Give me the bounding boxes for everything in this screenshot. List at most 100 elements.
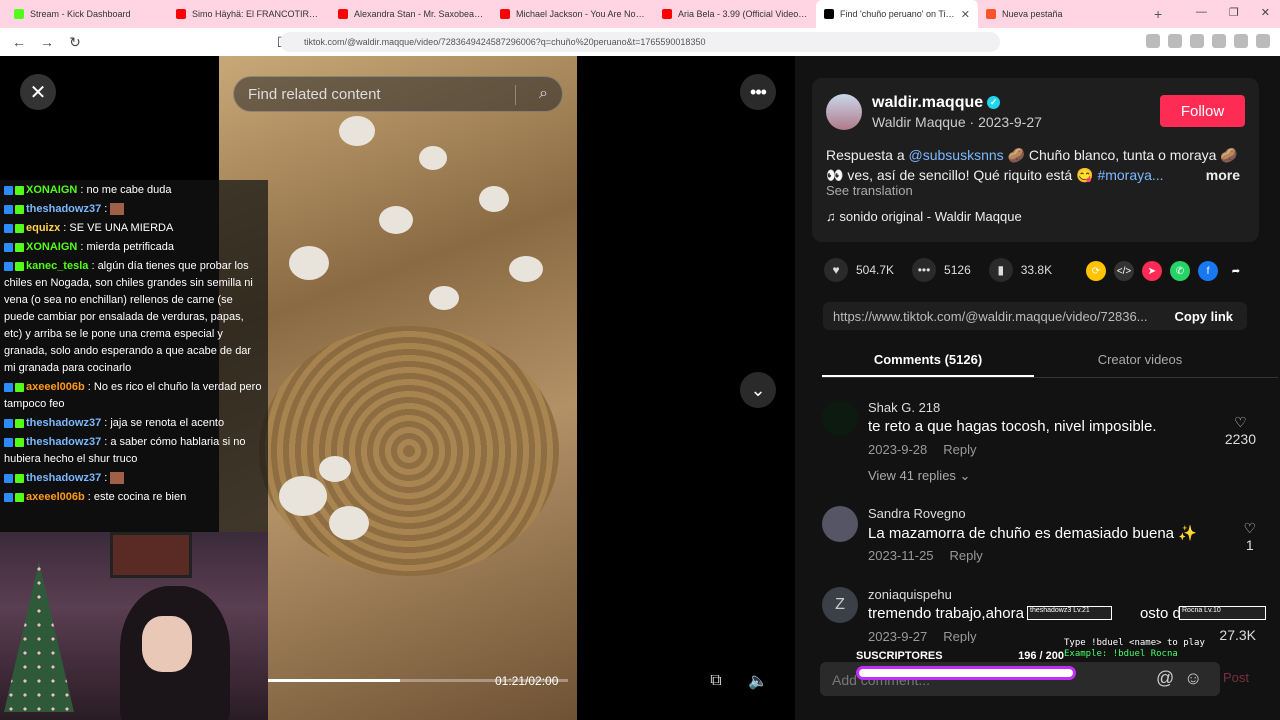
- author-handle[interactable]: waldir.maqque ✓: [872, 94, 1001, 112]
- browser-tab[interactable]: Simo Häyhä: El FRANCOTIRADOR m: [168, 0, 330, 28]
- more-options-button[interactable]: •••: [740, 74, 776, 110]
- chat-username[interactable]: theshadowz37: [26, 203, 101, 215]
- commenter-avatar[interactable]: Z: [822, 587, 858, 623]
- chat-message: theshadowz37 : a saber cómo hablaria si …: [4, 436, 246, 465]
- browser-tab[interactable]: Michael Jackson - You Are Not Alone: [492, 0, 654, 28]
- rock: [429, 286, 459, 310]
- mention-link[interactable]: @subsusksnns: [909, 147, 1004, 163]
- see-translation-link[interactable]: See translation: [826, 183, 913, 198]
- extension-icons: [1146, 34, 1270, 48]
- browser-tab[interactable]: Stream - Kick Dashboard: [6, 0, 168, 28]
- chat-message: theshadowz37 :: [4, 470, 264, 487]
- forward-icon[interactable]: →: [38, 34, 56, 50]
- menu-icon[interactable]: [1256, 34, 1270, 48]
- subscriber-goal-bar: [856, 666, 1076, 680]
- chat-username[interactable]: theshadowz37: [26, 472, 101, 484]
- hashtag-link[interactable]: #moraya...: [1097, 167, 1163, 183]
- browser-tab[interactable]: Nueva pestaña: [978, 0, 1140, 28]
- heart-outline-icon: ♡: [1234, 414, 1247, 430]
- extension-icon[interactable]: [1212, 34, 1226, 48]
- chat-username[interactable]: XONAIGN: [26, 184, 77, 196]
- pip-icon[interactable]: ⧉: [705, 670, 727, 692]
- extension-icon[interactable]: [1234, 34, 1248, 48]
- chevron-down-icon: ⌄: [750, 379, 766, 400]
- commenter-avatar[interactable]: [822, 506, 858, 542]
- search-icon[interactable]: ⌕: [539, 85, 548, 103]
- extension-icon[interactable]: [1146, 34, 1160, 48]
- close-tab-icon[interactable]: ✕: [961, 8, 970, 21]
- chat-username[interactable]: axeeel006b: [26, 381, 85, 393]
- view-replies-button[interactable]: View 41 replies ⌄: [868, 468, 970, 484]
- commenter-name[interactable]: Sandra Rovegno: [868, 506, 966, 521]
- commenter-name[interactable]: zoniaquispehu: [868, 587, 952, 602]
- divider: [515, 85, 516, 105]
- chat-username[interactable]: XONAIGN: [26, 241, 77, 253]
- facebook-icon[interactable]: f: [1198, 261, 1218, 281]
- save-button[interactable]: ▮ 33.8K: [988, 258, 1052, 282]
- more-link[interactable]: more: [1206, 165, 1240, 185]
- follow-button[interactable]: Follow: [1160, 95, 1245, 127]
- share-link-field[interactable]: https://www.tiktok.com/@waldir.maqque/vi…: [823, 302, 1247, 330]
- tab-strip: Stream - Kick Dashboard Simo Häyhä: El FR…: [0, 0, 1280, 28]
- back-icon[interactable]: ←: [10, 34, 28, 50]
- badge-icon: [15, 492, 24, 502]
- sound-link[interactable]: ♫ sonido original - Waldir Maqque: [826, 209, 1022, 224]
- extension-icon[interactable]: [1190, 34, 1204, 48]
- minimize-icon[interactable]: —: [1196, 6, 1207, 19]
- streamer-face: [142, 616, 192, 672]
- copy-link-button[interactable]: Copy link: [1174, 309, 1233, 324]
- comment-like-button[interactable]: ♡ 1: [1243, 520, 1256, 553]
- chat-username[interactable]: theshadowz37: [26, 417, 101, 429]
- url-field[interactable]: tiktok.com/@waldir.maqque/video/72836494…: [280, 32, 1000, 52]
- commenter-avatar[interactable]: [822, 400, 858, 436]
- reload-icon[interactable]: ↻: [66, 34, 84, 51]
- favicon-icon: [824, 9, 834, 19]
- whatsapp-icon[interactable]: ✆: [1170, 261, 1190, 281]
- mention-icon[interactable]: @: [1156, 668, 1174, 689]
- new-tab-icon[interactable]: +: [1154, 6, 1162, 22]
- duel-player-hp: theshadowz3 Lv.21: [1027, 606, 1112, 620]
- chat-username[interactable]: equizx: [26, 222, 60, 234]
- post-button[interactable]: Post: [1223, 670, 1249, 685]
- chat-username[interactable]: kanec_tesla: [26, 260, 88, 272]
- tab-creator-videos[interactable]: Creator videos: [1034, 346, 1246, 377]
- comment-like-button[interactable]: ♡ 2230: [1225, 414, 1256, 447]
- comment-item: Sandra Rovegno La mazamorra de chuño es …: [822, 506, 1262, 576]
- badge-icon: [4, 382, 13, 392]
- reply-button[interactable]: Reply: [943, 629, 976, 643]
- chat-username[interactable]: theshadowz37: [26, 436, 101, 448]
- favicon-icon: [662, 9, 672, 19]
- basket-image: [259, 326, 559, 576]
- chat-username[interactable]: axeeel006b: [26, 491, 85, 503]
- emoji-icon[interactable]: ☺: [1184, 668, 1202, 689]
- rock: [379, 206, 413, 234]
- close-button[interactable]: ✕: [20, 74, 56, 110]
- comment-button[interactable]: ••• 5126: [912, 258, 971, 282]
- extension-icon[interactable]: [1168, 34, 1182, 48]
- commenter-name[interactable]: Shak G. 218: [868, 400, 940, 415]
- rock: [329, 506, 369, 540]
- send-icon[interactable]: ➤: [1142, 261, 1162, 281]
- author-avatar[interactable]: [826, 94, 862, 130]
- embed-icon[interactable]: </>: [1114, 261, 1134, 281]
- browser-tab[interactable]: Find 'chuño peruano' on TikT ✕: [816, 0, 978, 28]
- video-time: 01:21/02:00: [495, 674, 559, 688]
- like-button[interactable]: ♥ 504.7K: [824, 258, 894, 282]
- reply-button[interactable]: Reply: [950, 548, 983, 563]
- tab-comments[interactable]: Comments (5126): [822, 346, 1034, 377]
- browser-tab[interactable]: Alexandra Stan - Mr. Saxobeat (O: [330, 0, 492, 28]
- reply-button[interactable]: Reply: [943, 442, 976, 457]
- share-icon[interactable]: ➦: [1226, 261, 1246, 281]
- rock: [339, 116, 375, 146]
- repost-icon[interactable]: ⟳: [1086, 261, 1106, 281]
- close-window-icon[interactable]: ✕: [1261, 6, 1270, 19]
- browser-tab[interactable]: Aria Bela - 3.99 (Official Video) - You: [654, 0, 816, 28]
- related-search-input[interactable]: Find related content ⌕: [233, 76, 563, 112]
- next-video-button[interactable]: ⌄: [740, 372, 776, 408]
- restore-icon[interactable]: ❐: [1229, 6, 1239, 19]
- video-player[interactable]: [219, 56, 577, 720]
- bookmark-icon: ▮: [988, 258, 1013, 282]
- stream-chat: XONAIGN : no me cabe duda theshadowz37 : …: [0, 180, 268, 532]
- volume-icon[interactable]: 🔈: [747, 670, 769, 692]
- heart-icon: ♥: [824, 258, 848, 282]
